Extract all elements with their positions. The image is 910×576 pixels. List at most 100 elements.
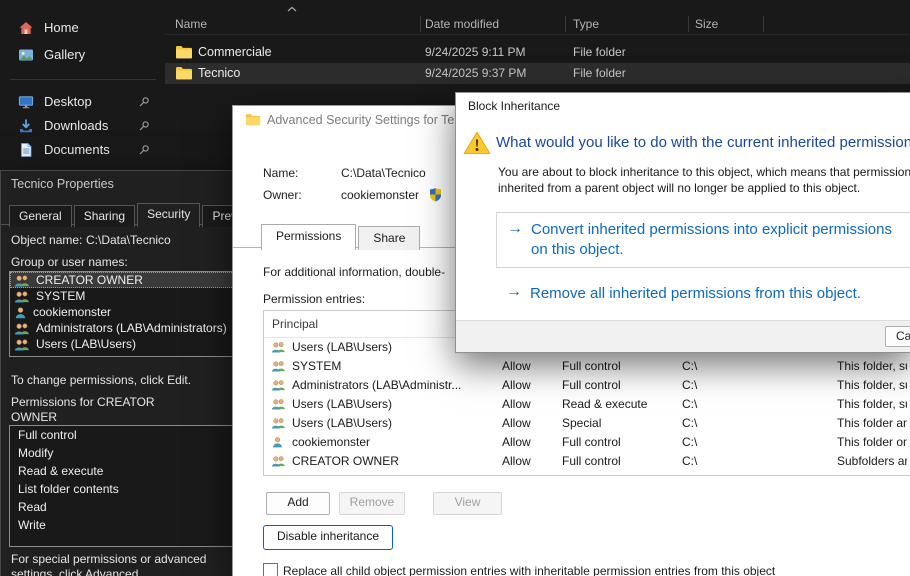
permission-entry-row[interactable]: CREATOR OWNER Allow Full control C:\ Sub… xyxy=(264,452,910,471)
sidebar-item-label: Downloads xyxy=(44,118,108,133)
permission-entry-row[interactable]: cookiemonster Allow Full control C:\ Thi… xyxy=(264,433,910,452)
screen: Home Gallery Desktop Downloads Documents xyxy=(0,0,910,576)
group-icon xyxy=(271,360,286,372)
entry-inherited-from: C:\ xyxy=(682,433,697,452)
info-text: For additional information, double- xyxy=(263,265,445,279)
replace-permissions-checkbox[interactable] xyxy=(263,563,278,576)
folder-icon xyxy=(175,66,193,80)
file-row-commerciale[interactable]: Commerciale 9/24/2025 9:11 PM File folde… xyxy=(165,42,910,63)
file-type: File folder xyxy=(573,45,626,59)
entry-inherited-from: C:\ xyxy=(682,357,697,376)
sidebar-item-downloads[interactable]: Downloads xyxy=(6,113,159,139)
entry-principal: CREATOR OWNER xyxy=(292,452,399,471)
convert-permissions-command-link[interactable]: Convert inherited permissions into expli… xyxy=(496,212,910,268)
column-divider[interactable] xyxy=(688,16,689,32)
group-icon xyxy=(14,322,30,335)
user-icon xyxy=(271,436,284,448)
permission-entry-row[interactable]: Users (LAB\Users) Allow Special C:\ This… xyxy=(264,414,910,433)
entry-inherited-from: C:\ xyxy=(682,376,697,395)
column-header-date-modified[interactable]: Date modified xyxy=(425,17,499,31)
dialog-body-line2: inherited from a parent object will no l… xyxy=(498,181,860,195)
uac-shield-icon xyxy=(429,187,442,202)
sidebar-item-desktop[interactable]: Desktop xyxy=(6,89,159,115)
principal-name: Users (LAB\Users) xyxy=(36,337,136,351)
permission-entry-row[interactable]: SYSTEM Allow Full control C:\ This folde… xyxy=(264,357,910,376)
pin-icon xyxy=(138,144,150,156)
tab-general[interactable]: General xyxy=(9,205,72,227)
entry-inherited-from: C:\ xyxy=(682,395,697,414)
entry-access: Allow xyxy=(502,452,531,471)
tab-sharing[interactable]: Sharing xyxy=(74,205,135,227)
entry-principal: Users (LAB\Users) xyxy=(292,338,392,357)
sidebar-item-label: Documents xyxy=(44,142,110,157)
entry-inherited-from: C:\ xyxy=(682,452,697,471)
sidebar-item-documents[interactable]: Documents xyxy=(6,137,159,163)
tab-security[interactable]: Security xyxy=(137,203,200,227)
tab-permissions[interactable]: Permissions xyxy=(261,224,356,250)
entry-applies-to: This folder and subfo... xyxy=(837,414,907,433)
column-header-name[interactable]: Name xyxy=(175,17,207,31)
object-name-value: C:\Data\Tecnico xyxy=(86,233,171,247)
advanced-hint-text: For special permissions or advanced sett… xyxy=(11,552,246,576)
group-icon xyxy=(271,417,286,429)
entry-inherited-from: C:\ xyxy=(682,414,697,433)
sidebar-separator xyxy=(10,79,156,80)
remove-permissions-command-link[interactable]: Remove all inherited permissions from th… xyxy=(496,283,910,307)
entry-applies-to: Subfolders and files o... xyxy=(837,452,907,471)
disable-inheritance-button[interactable]: Disable inheritance xyxy=(263,525,393,550)
dialog-heading: What would you like to do with the curre… xyxy=(496,134,910,151)
file-type: File folder xyxy=(573,66,626,80)
entry-access: Allow xyxy=(502,433,531,452)
column-header-size[interactable]: Size xyxy=(695,17,718,31)
entry-type: Full control xyxy=(562,452,621,471)
pin-icon xyxy=(138,96,150,108)
replace-permissions-label: Replace all child object permission entr… xyxy=(283,564,775,576)
entry-principal: SYSTEM xyxy=(292,357,341,376)
group-icon xyxy=(271,341,286,353)
permission-entry-row[interactable]: Users (LAB\Users) Allow Read & execute C… xyxy=(264,395,910,414)
group-icon xyxy=(14,338,30,351)
name-value: C:\Data\Tecnico xyxy=(341,166,426,180)
add-button[interactable]: Add xyxy=(266,492,330,515)
pin-icon xyxy=(138,120,150,132)
remove-button[interactable]: Remove xyxy=(339,492,405,515)
group-icon xyxy=(271,379,286,391)
block-inheritance-dialog: Block Inheritance What would you like to… xyxy=(455,92,910,353)
dialog-title: Advanced Security Settings for Tecnico xyxy=(267,106,484,134)
sidebar-item-label: Gallery xyxy=(44,47,85,62)
sidebar-item-gallery[interactable]: Gallery xyxy=(6,42,159,68)
folder-icon xyxy=(175,45,193,59)
sort-ascending-icon xyxy=(287,6,297,12)
entry-principal: Administrators (LAB\Administr... xyxy=(292,376,461,395)
dialog-footer: Cancel xyxy=(456,320,910,352)
column-divider[interactable] xyxy=(565,16,566,32)
command-link-label: Remove all inherited permissions from th… xyxy=(530,284,861,304)
command-link-label: Convert inherited permissions into expli… xyxy=(531,220,899,260)
sidebar-item-label: Desktop xyxy=(44,94,92,109)
tab-share[interactable]: Share xyxy=(358,226,420,250)
entry-access: Allow xyxy=(502,376,531,395)
permissions-for-label: Permissions for CREATOR OWNER xyxy=(11,395,171,425)
column-divider[interactable] xyxy=(420,16,421,32)
user-icon xyxy=(14,306,27,319)
column-header-principal[interactable]: Principal xyxy=(272,317,318,331)
view-button[interactable]: View xyxy=(433,492,502,515)
group-icon xyxy=(271,455,286,467)
edit-hint-text: To change permissions, click Edit. xyxy=(11,373,191,387)
sidebar-item-home[interactable]: Home xyxy=(6,15,159,41)
arrow-icon xyxy=(506,283,522,301)
object-name-label: Object name: xyxy=(11,233,82,247)
cancel-button[interactable]: Cancel xyxy=(885,326,910,347)
entry-access: Allow xyxy=(502,414,531,433)
column-divider[interactable] xyxy=(763,16,764,32)
principal-name: SYSTEM xyxy=(36,289,85,303)
file-list-header: Name Date modified Type Size xyxy=(165,14,910,34)
home-icon xyxy=(18,20,34,36)
permission-entry-row[interactable]: Administrators (LAB\Administr... Allow F… xyxy=(264,376,910,395)
entry-access: Allow xyxy=(502,357,531,376)
gallery-icon xyxy=(18,47,34,63)
entry-type: Read & execute xyxy=(562,395,647,414)
column-header-type[interactable]: Type xyxy=(573,17,599,31)
header-divider xyxy=(165,34,910,35)
file-row-tecnico[interactable]: Tecnico 9/24/2025 9:37 PM File folder xyxy=(165,63,910,84)
